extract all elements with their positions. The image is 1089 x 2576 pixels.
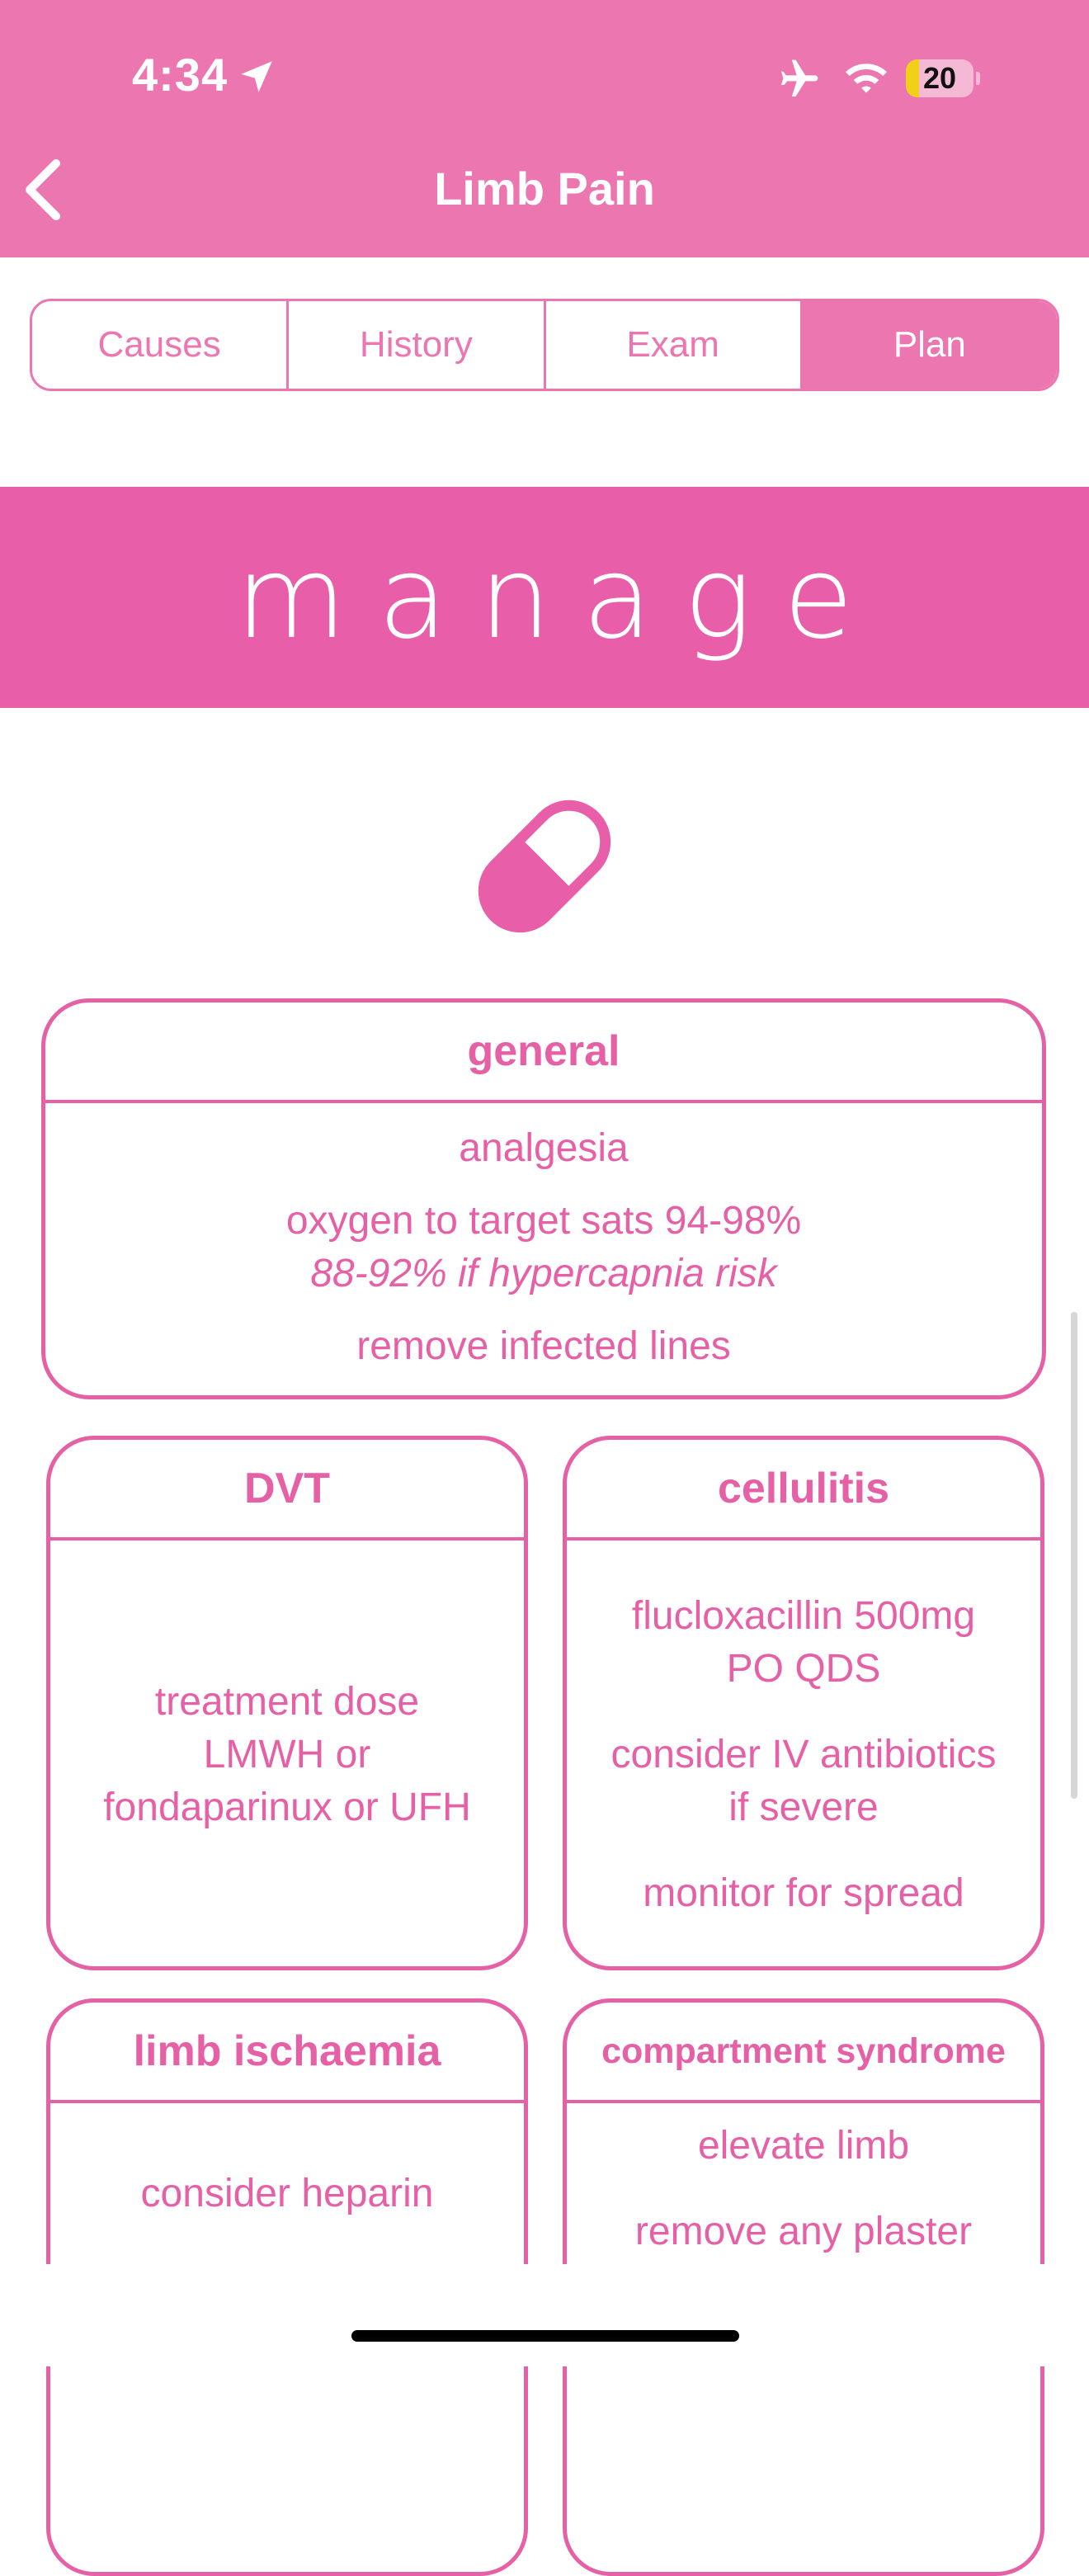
- tab-plan[interactable]: Plan: [802, 301, 1057, 389]
- card-item: flucloxacillin 500mg: [631, 1594, 976, 1638]
- card-title: limb ischaemia: [50, 2003, 524, 2103]
- card-item: elevate limb: [697, 2124, 910, 2168]
- card-item: analgesia: [459, 1126, 629, 1170]
- wifi-icon: [846, 64, 887, 93]
- card-item: PO QDS: [726, 1647, 881, 1691]
- banner-title: manage: [235, 531, 885, 664]
- tab-causes[interactable]: Causes: [32, 301, 290, 389]
- home-indicator[interactable]: [351, 2330, 739, 2342]
- tab-exam[interactable]: Exam: [546, 301, 803, 389]
- section-tabs: Causes History Exam Plan: [30, 299, 1059, 391]
- card-general: general analgesia oxygen to target sats …: [41, 998, 1046, 1399]
- page-title: Limb Pain: [434, 163, 655, 215]
- card-title: cellulitis: [567, 1440, 1040, 1540]
- scrollbar[interactable]: [1071, 1312, 1077, 1799]
- battery-level: 20: [922, 61, 957, 95]
- pill-icon: [478, 800, 611, 933]
- card-cellulitis: cellulitis flucloxacillin 500mg PO QDS c…: [563, 1436, 1044, 1970]
- card-item: consider IV antibiotics: [610, 1733, 997, 1776]
- card-item: monitor for spread: [643, 1871, 964, 1915]
- card-item: remove infected lines: [356, 1324, 731, 1368]
- card-item: if severe: [728, 1786, 879, 1829]
- card-item-note: 88-92% if hypercapnia risk: [310, 1252, 777, 1295]
- card-item: oxygen to target sats 94-98%: [285, 1199, 802, 1243]
- airplane-mode-icon: [781, 59, 818, 97]
- card-title: compartment syndrome: [567, 2003, 1040, 2103]
- card-item: LMWH or: [203, 1733, 371, 1776]
- card-item: treatment dose: [154, 1680, 420, 1724]
- card-title: general: [45, 1003, 1042, 1103]
- card-title: DVT: [50, 1440, 524, 1540]
- card-dvt: DVT treatment dose LMWH or fondaparinux …: [46, 1436, 528, 1970]
- section-banner: manage: [0, 487, 1089, 708]
- location-arrow-icon: [241, 61, 272, 92]
- card-item: remove any plaster: [634, 2210, 973, 2253]
- card-item: fondaparinux or UFH: [103, 1786, 471, 1829]
- card-item: consider heparin: [140, 2172, 434, 2215]
- status-time: 4:34: [132, 49, 229, 101]
- navigation-header: 4:34 20 Limb Pain: [0, 0, 1089, 257]
- content-clip: [0, 2264, 1089, 2366]
- battery-indicator: 20: [906, 59, 980, 97]
- tab-history[interactable]: History: [289, 301, 546, 389]
